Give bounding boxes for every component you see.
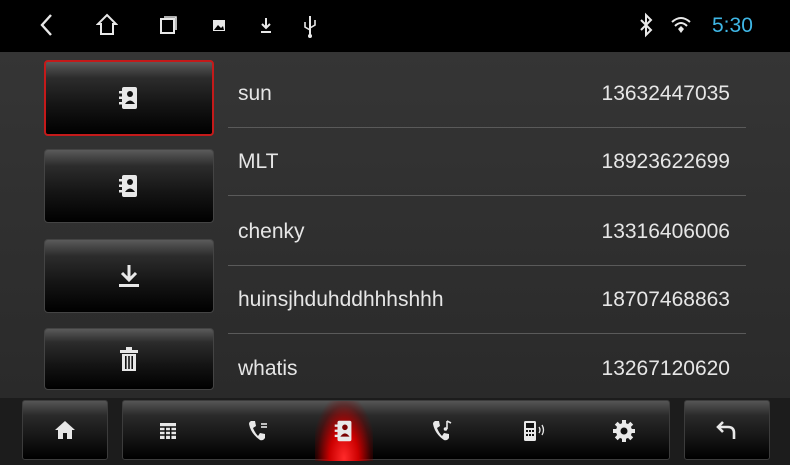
recent-apps-icon[interactable] <box>158 12 178 38</box>
call-log-icon <box>249 421 267 441</box>
contact-number: 13316406006 <box>601 220 730 243</box>
contact-row[interactable]: MLT 18923622699 <box>228 128 746 196</box>
contact-row[interactable]: whatis 13267120620 <box>228 335 746 403</box>
contact-number: 13267120620 <box>601 357 730 380</box>
tab-dialpad[interactable] <box>139 401 197 461</box>
phonebook-button-1[interactable] <box>44 60 214 136</box>
clock-time: 5:30 <box>712 14 753 37</box>
tab-settings[interactable] <box>595 401 653 461</box>
download-icon <box>261 18 271 33</box>
wifi-icon <box>671 17 691 33</box>
phonebook-icon <box>119 87 137 109</box>
home-button[interactable] <box>22 400 108 460</box>
home-icon[interactable] <box>96 12 118 38</box>
back-button[interactable] <box>684 400 770 460</box>
bluetooth-icon <box>640 12 653 38</box>
image-icon <box>213 20 225 31</box>
contact-row[interactable]: chenky 13316406006 <box>228 198 746 266</box>
return-icon <box>716 421 736 439</box>
tab-music[interactable] <box>413 401 471 461</box>
tab-device[interactable] <box>505 401 563 461</box>
contacts-icon <box>334 420 352 442</box>
delete-contacts-button[interactable] <box>44 328 214 390</box>
home-icon <box>55 421 75 439</box>
device-icon <box>524 421 545 441</box>
download-contacts-button[interactable] <box>44 239 214 313</box>
contact-name: sun <box>238 82 272 105</box>
contact-name: chenky <box>238 220 305 243</box>
contact-number: 18707468863 <box>601 288 730 311</box>
contact-name: huinsjhduhddhhhshhh <box>238 288 444 311</box>
trash-icon <box>120 347 138 371</box>
contact-number: 18923622699 <box>601 150 730 173</box>
music-icon <box>433 420 452 441</box>
dialpad-icon <box>160 423 176 439</box>
status-bar: 5:30 <box>0 0 790 52</box>
phonebook-button-2[interactable] <box>44 149 214 223</box>
contact-row[interactable]: sun 13632447035 <box>228 60 746 128</box>
contact-row[interactable]: huinsjhduhddhhhshhh 18707468863 <box>228 266 746 334</box>
contact-number: 13632447035 <box>601 82 730 105</box>
usb-icon <box>304 16 316 38</box>
tab-contacts[interactable] <box>315 401 373 461</box>
contact-name: whatis <box>238 357 298 380</box>
phonebook-icon <box>119 175 137 197</box>
phonebook-panel: sun 13632447035 MLT 18923622699 chenky 1… <box>0 52 790 398</box>
bottom-nav-bar <box>0 398 790 465</box>
contact-name: MLT <box>238 150 279 173</box>
tab-bar <box>122 400 670 461</box>
download-icon <box>119 265 139 287</box>
back-icon[interactable] <box>38 12 54 38</box>
tab-call-log[interactable] <box>229 401 287 461</box>
settings-icon <box>613 420 635 442</box>
